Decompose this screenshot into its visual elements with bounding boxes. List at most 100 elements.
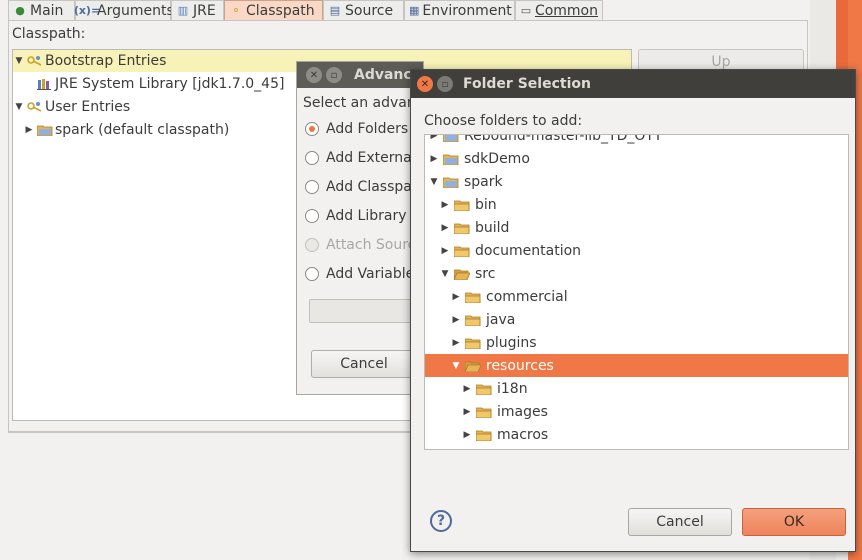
library-icon bbox=[37, 78, 51, 90]
config-tab-bar: ● Main (x)= Arguments ▥ JRE ⚬ Classpath ▤ Source ▦… bbox=[8, 0, 808, 21]
collapsed-arrow-icon[interactable]: ▶ bbox=[428, 135, 440, 141]
advanced-dialog-prompt: Select an advanc bbox=[303, 95, 424, 111]
jre-library-icon: ▥ bbox=[177, 4, 189, 17]
folder-item-label: macros bbox=[497, 426, 549, 443]
folder-icon bbox=[464, 291, 481, 303]
folder-item-java[interactable]: ▶ java bbox=[425, 308, 516, 331]
radio-button[interactable] bbox=[305, 122, 319, 136]
expanded-arrow-icon[interactable]: ▼ bbox=[439, 269, 451, 279]
config-bottom-area bbox=[0, 432, 410, 560]
tab-main[interactable]: ● Main bbox=[8, 0, 75, 20]
classpath-icon: ⚬ bbox=[231, 4, 241, 17]
advanced-dialog-title: Advanc bbox=[354, 67, 412, 83]
expanded-arrow-icon[interactable]: ▼ bbox=[13, 102, 25, 112]
folder-item-label: bin bbox=[475, 196, 497, 213]
folder-item-rebound-master-lib-yd-ott[interactable]: ▶ Rebound-master-lib_YD_OTT bbox=[425, 134, 663, 147]
folder-item-spark[interactable]: ▼ spark bbox=[425, 170, 503, 193]
common-icon: ▭ bbox=[520, 4, 532, 17]
arguments-icon: (x)= bbox=[73, 4, 101, 17]
folder-item-documentation[interactable]: ▶ documentation bbox=[425, 239, 582, 262]
folder-icon bbox=[453, 245, 470, 257]
tab-label: Arguments bbox=[97, 2, 174, 19]
folder-item-images[interactable]: ▶ images bbox=[425, 400, 548, 423]
radio-option-add-variable[interactable]: Add Variable bbox=[305, 266, 414, 282]
help-icon[interactable]: ? bbox=[430, 510, 452, 532]
folder-item-resources[interactable]: ▼ resources bbox=[425, 354, 848, 377]
folder-icon bbox=[475, 383, 492, 395]
expanded-arrow-icon[interactable]: ▼ bbox=[428, 177, 440, 187]
tree-row-user-entries[interactable]: ▼ User Entries bbox=[13, 96, 131, 118]
folder-item-plugins[interactable]: ▶ plugins bbox=[425, 331, 537, 354]
folder-item-label: plugins bbox=[486, 334, 537, 351]
collapsed-arrow-icon[interactable]: ▶ bbox=[428, 154, 440, 164]
folder-item-i18n[interactable]: ▶ i18n bbox=[425, 377, 528, 400]
collapsed-arrow-icon[interactable]: ▶ bbox=[439, 223, 451, 233]
advanced-option-field[interactable] bbox=[309, 299, 419, 323]
close-icon[interactable]: ✕ bbox=[306, 67, 322, 83]
close-icon[interactable]: ✕ bbox=[417, 76, 433, 92]
minimize-icon[interactable]: ▫ bbox=[326, 67, 342, 83]
cancel-button[interactable]: Cancel bbox=[628, 508, 732, 536]
radio-option-add-folders[interactable]: Add Folders bbox=[305, 121, 408, 137]
folder-icon bbox=[453, 199, 470, 211]
advanced-cancel-button[interactable]: Cancel bbox=[311, 350, 417, 378]
folder-item-build[interactable]: ▶ build bbox=[425, 216, 510, 239]
tab-label: JRE bbox=[193, 2, 216, 19]
radio-button[interactable] bbox=[305, 209, 319, 223]
classpath-label: Classpath: bbox=[12, 26, 86, 42]
collapsed-arrow-icon[interactable]: ▶ bbox=[439, 200, 451, 210]
radio-button[interactable] bbox=[305, 267, 319, 281]
tab-arguments[interactable]: (x)= Arguments bbox=[73, 0, 174, 20]
folder-item-sdkdemo[interactable]: ▶ sdkDemo bbox=[425, 147, 530, 170]
radio-button[interactable] bbox=[305, 151, 319, 165]
environment-icon: ▦ bbox=[409, 4, 420, 17]
tab-label: Main bbox=[30, 2, 64, 19]
tree-row-spark-default-classpath[interactable]: ▶ spark (default classpath) bbox=[23, 119, 230, 141]
main-circle-icon: ● bbox=[15, 4, 25, 17]
tab-source[interactable]: ▤ Source bbox=[323, 0, 404, 20]
collapsed-arrow-icon[interactable]: ▶ bbox=[23, 125, 35, 135]
collapsed-arrow-icon[interactable]: ▶ bbox=[450, 338, 462, 348]
tab-label: Common bbox=[534, 2, 598, 19]
collapsed-arrow-icon[interactable]: ▶ bbox=[450, 315, 462, 325]
folder-item-macros[interactable]: ▶ macros bbox=[425, 423, 549, 446]
folder-item-bin[interactable]: ▶ bin bbox=[425, 193, 497, 216]
folder-item-label: spark bbox=[464, 173, 503, 190]
folder-item-label: documentation bbox=[475, 242, 582, 259]
folder-icon bbox=[453, 268, 471, 280]
minimize-icon[interactable]: ▫ bbox=[437, 76, 453, 92]
tree-row-label: JRE System Library [jdk1.7.0_45] bbox=[55, 76, 285, 92]
folder-icon bbox=[464, 360, 482, 372]
expanded-arrow-icon[interactable]: ▼ bbox=[13, 56, 25, 66]
folder-icon bbox=[475, 429, 492, 441]
collapsed-arrow-icon[interactable]: ▶ bbox=[439, 246, 451, 256]
radio-option-add-classpa[interactable]: Add Classpa bbox=[305, 179, 412, 195]
tab-classpath[interactable]: ⚬ Classpath bbox=[224, 0, 323, 20]
radio-label: Add Folders bbox=[326, 121, 409, 137]
tab-label: Source bbox=[345, 2, 394, 19]
collapsed-arrow-icon[interactable]: ▶ bbox=[461, 384, 473, 394]
project-folder-icon bbox=[442, 135, 459, 142]
tab-environment[interactable]: ▦ Environment bbox=[404, 0, 515, 20]
folder-icon bbox=[464, 337, 481, 349]
radio-label: Add Library bbox=[326, 208, 407, 224]
collapsed-arrow-icon[interactable]: ▶ bbox=[450, 292, 462, 302]
ok-button[interactable]: OK bbox=[742, 508, 846, 536]
collapsed-arrow-icon[interactable]: ▶ bbox=[461, 407, 473, 417]
tree-row-jre-system-library[interactable]: JRE System Library [jdk1.7.0_45] bbox=[35, 73, 284, 95]
radio-option-add-externa[interactable]: Add Externa bbox=[305, 150, 412, 166]
folder-item-label: Rebound-master-lib_YD_OTT bbox=[464, 134, 663, 144]
folder-item-label: build bbox=[475, 219, 510, 236]
tab-jre[interactable]: ▥ JRE bbox=[171, 0, 224, 20]
collapsed-arrow-icon[interactable]: ▶ bbox=[461, 430, 473, 440]
radio-option-attach-sourc: Attach Sourc bbox=[305, 237, 415, 253]
folder-item-commercial[interactable]: ▶ commercial bbox=[425, 285, 568, 308]
folder-item-src[interactable]: ▼ src bbox=[425, 262, 496, 285]
radio-option-add-library[interactable]: Add Library bbox=[305, 208, 407, 224]
radio-button[interactable] bbox=[305, 180, 319, 194]
tree-row-label: spark (default classpath) bbox=[55, 122, 230, 138]
folder-tree[interactable]: ▶ Rebound-master-lib_YD_OTT ▶ sdkDemo ▼ spark… bbox=[424, 134, 849, 450]
tab-common[interactable]: ▭ Common bbox=[515, 0, 603, 20]
folder-item-label: commercial bbox=[486, 288, 568, 305]
expanded-arrow-icon[interactable]: ▼ bbox=[450, 361, 462, 371]
